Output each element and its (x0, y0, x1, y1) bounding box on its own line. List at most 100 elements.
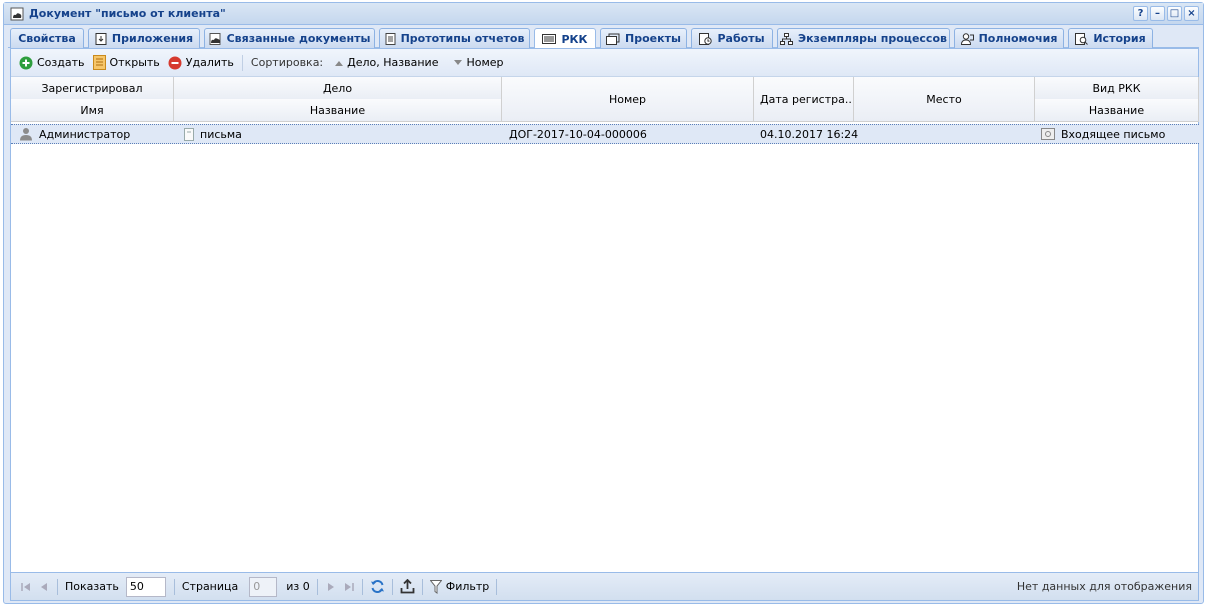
tab-registration-card[interactable]: РКК (534, 28, 596, 49)
header-reg-date[interactable]: Дата регистра... (754, 77, 854, 122)
sort-desc-icon (454, 59, 463, 65)
last-page-icon (344, 582, 354, 591)
footer-separator (57, 578, 58, 595)
tab-history[interactable]: История (1068, 28, 1153, 48)
tab-projects[interactable]: Проекты (600, 28, 687, 48)
projects-icon (606, 33, 620, 45)
minimize-button[interactable]: – (1150, 6, 1165, 21)
folder-document-icon (184, 127, 194, 141)
filter-button[interactable]: Фильтр (427, 579, 493, 594)
footer-separator (173, 578, 175, 595)
last-page-button[interactable] (340, 581, 358, 593)
open-button[interactable]: Открыть (89, 52, 164, 74)
first-page-icon (21, 582, 30, 591)
window-titlebar[interactable]: Документ "письмо от клиента" ? – □ × (4, 3, 1203, 25)
show-label: Показать (65, 580, 119, 593)
minus-icon (168, 56, 182, 69)
page-number-input[interactable] (249, 576, 278, 597)
tab-report-prototypes[interactable]: Прототипы отчетов (379, 28, 530, 48)
history-icon (1075, 32, 1089, 45)
attachment-icon (95, 32, 107, 45)
prev-page-icon (41, 582, 47, 591)
permissions-icon (960, 32, 974, 45)
case-title: письма (200, 127, 242, 141)
prev-page-button[interactable] (35, 581, 53, 593)
refresh-icon (370, 579, 384, 594)
footer-separator (361, 578, 363, 595)
header-place[interactable]: Место (854, 77, 1035, 122)
registration-card-icon (542, 34, 557, 44)
cell-user: Администратор (19, 125, 130, 143)
first-page-button[interactable] (17, 581, 35, 593)
tab-attachments[interactable]: Приложения (88, 28, 200, 48)
tab-process-instances[interactable]: Экземпляры процессов (777, 28, 950, 48)
process-icon (780, 32, 794, 45)
page-label: Страница (181, 580, 239, 593)
cell-number: ДОГ-2017-10-04-000006 (509, 127, 647, 141)
close-button[interactable]: × (1184, 6, 1199, 21)
open-document-icon (92, 55, 106, 70)
sort-number-label: Номер (466, 56, 504, 69)
user-name: Администратор (39, 127, 131, 141)
help-button[interactable]: ? (1133, 6, 1148, 21)
user-icon (20, 128, 32, 141)
header-card-type-title[interactable]: Название (1035, 99, 1199, 122)
sort-case-name[interactable]: Дело, Название (327, 56, 446, 69)
maximize-button[interactable]: □ (1167, 6, 1182, 21)
plus-icon (19, 56, 33, 69)
tab-label: Работы (717, 32, 765, 45)
tab-label: История (1093, 32, 1146, 45)
toolbar-separator (241, 54, 243, 71)
header-registered-by[interactable]: Зарегистрировал (11, 77, 174, 100)
page-size-input[interactable] (125, 576, 166, 597)
page-count-label: из 0 (286, 580, 310, 593)
tab-label: Прототипы отчетов (400, 32, 525, 45)
cell-date: 04.10.2017 16:24 (760, 127, 859, 141)
table-row[interactable]: Администратор письма ДОГ-2017-10-04-0000… (11, 124, 1199, 144)
window-controls: ? – □ × (1133, 6, 1199, 21)
header-number[interactable]: Номер (502, 77, 754, 122)
footer-separator (496, 578, 498, 595)
document-cloud-icon (10, 7, 24, 21)
next-page-button[interactable] (322, 581, 340, 593)
cell-card-type: Входящее письмо (1041, 125, 1165, 143)
cell-case: письма (184, 125, 242, 143)
tab-label: Свойства (18, 32, 76, 45)
tab-label: Экземпляры процессов (798, 32, 947, 45)
tab-linked-documents[interactable]: Связанные документы (204, 28, 375, 48)
header-case-title[interactable]: Название (174, 99, 502, 122)
incoming-letter-icon (1041, 128, 1055, 140)
pagination-bar: Показать Страница из 0 (11, 572, 1198, 600)
card-type-name: Входящее письмо (1061, 127, 1166, 141)
tab-label: Связанные документы (226, 32, 371, 45)
tab-label: Проекты (625, 32, 681, 45)
tab-label: РКК (561, 32, 588, 46)
sort-label: Сортировка: (250, 56, 324, 69)
delete-button[interactable]: Удалить (164, 52, 238, 74)
rkk-grid: Зарегистрировал Дело Номер Дата регистра… (11, 77, 1199, 572)
tab-tasks[interactable]: Работы (691, 28, 773, 48)
next-page-icon (327, 582, 334, 591)
header-user-name[interactable]: Имя (11, 99, 174, 122)
create-button[interactable]: Создать (15, 52, 89, 74)
footer-separator (391, 578, 393, 595)
document-window: Документ "письмо от клиента" ? – □ × Сво… (3, 2, 1204, 604)
sort-number[interactable]: Номер (446, 56, 511, 69)
grid-toolbar: Создать Открыть Удалить Сортировка: Дело… (11, 49, 1198, 77)
tab-label: Приложения (111, 32, 194, 45)
tasks-icon (699, 32, 713, 45)
tab-label: Полномочия (978, 32, 1058, 45)
filter-label: Фильтр (445, 580, 490, 593)
rkk-panel: Создать Открыть Удалить Сортировка: Дело… (10, 48, 1199, 601)
header-card-type[interactable]: Вид РКК (1035, 77, 1199, 100)
pagination-status: Нет данных для отображения (1016, 580, 1192, 593)
refresh-button[interactable] (367, 579, 388, 594)
sort-case-label: Дело, Название (347, 56, 439, 69)
open-label: Открыть (109, 56, 160, 69)
export-button[interactable] (397, 579, 418, 594)
tab-permissions[interactable]: Полномочия (954, 28, 1064, 48)
header-case[interactable]: Дело (174, 77, 502, 100)
footer-separator (316, 578, 318, 595)
delete-label: Удалить (185, 56, 234, 69)
tab-properties[interactable]: Свойства (10, 28, 84, 48)
